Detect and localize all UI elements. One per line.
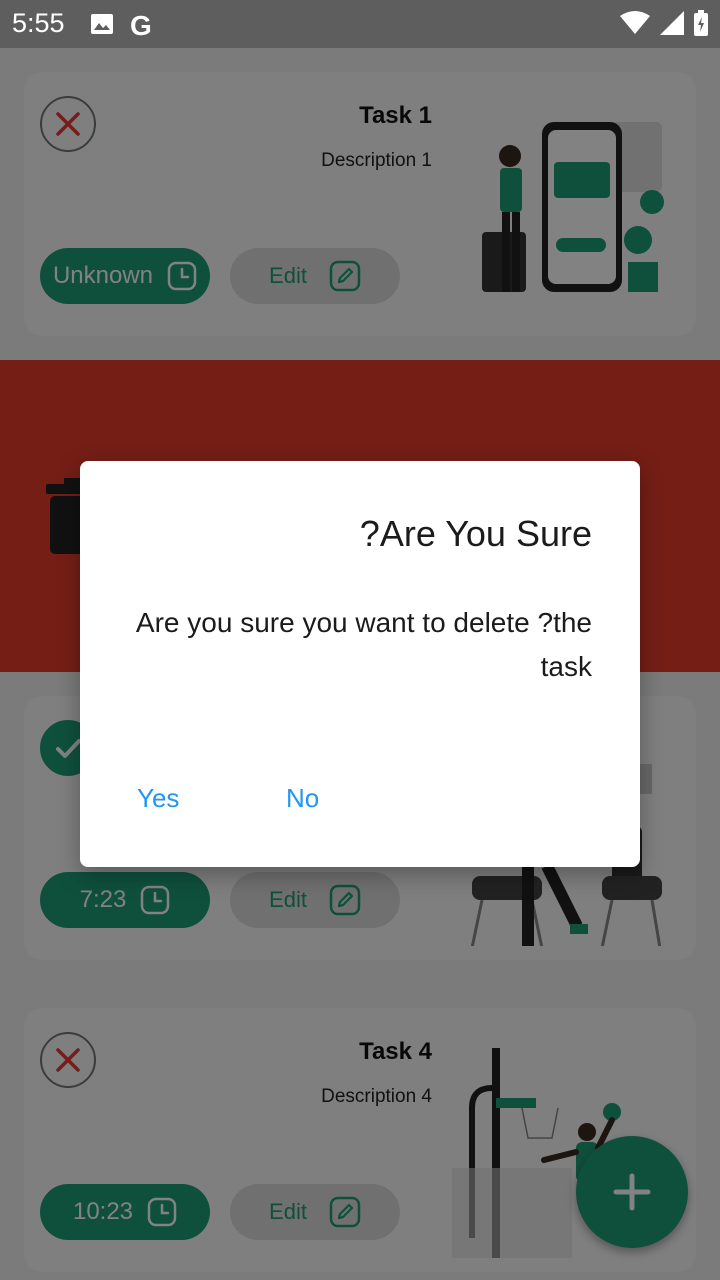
dialog-title: ?Are You Sure bbox=[359, 513, 592, 554]
battery-icon bbox=[694, 10, 708, 41]
google-icon: G bbox=[130, 10, 152, 41]
image-icon bbox=[90, 13, 114, 40]
yes-button[interactable]: Yes bbox=[137, 783, 179, 814]
status-time: 5:55 bbox=[12, 8, 65, 38]
wifi-icon bbox=[620, 11, 650, 40]
dialog-message: Are you sure you want to delete ?the tas… bbox=[135, 607, 592, 682]
signal-icon bbox=[660, 11, 684, 40]
no-button[interactable]: No bbox=[286, 783, 319, 814]
status-bar: 5:55 G bbox=[0, 0, 720, 48]
confirm-delete-dialog: ?Are You Sure Are you sure you want to d… bbox=[80, 461, 640, 867]
